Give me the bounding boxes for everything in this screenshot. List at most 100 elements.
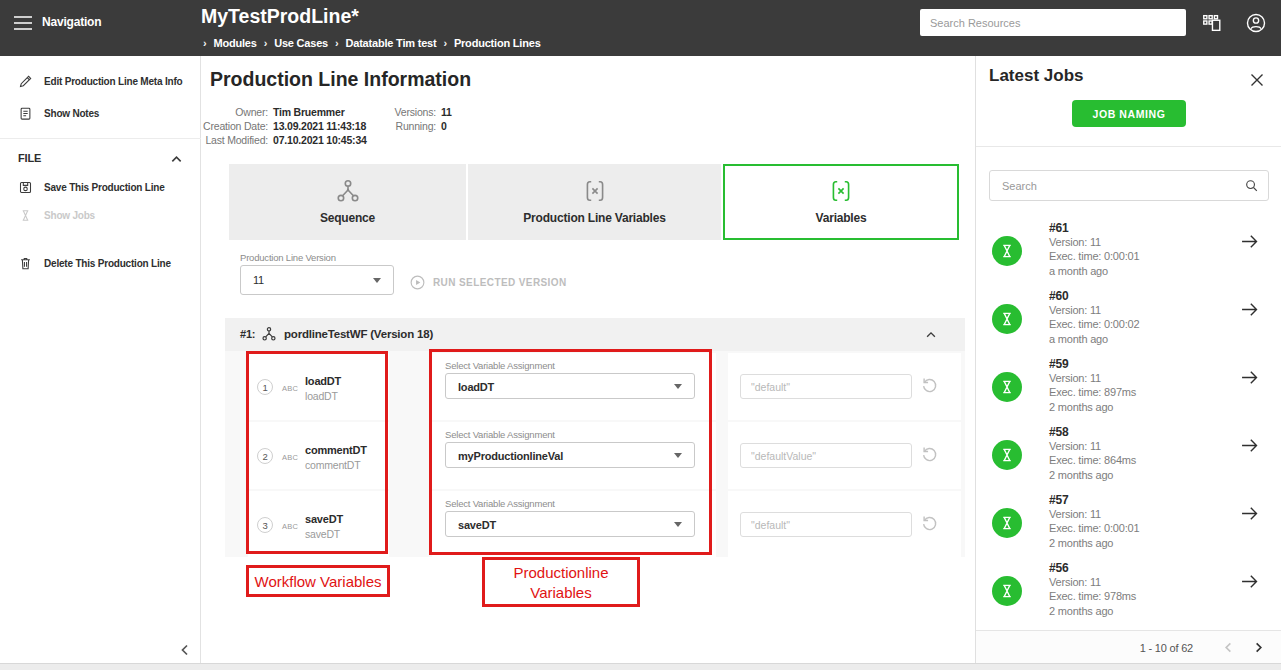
- chevron-left-icon[interactable]: [1222, 641, 1235, 654]
- job-version: Version: 11: [1049, 508, 1101, 520]
- pencil-icon: [18, 74, 33, 89]
- job-exec-time: Exec. time: 0:00:01: [1049, 522, 1139, 534]
- default-value-input[interactable]: [740, 512, 912, 537]
- variable-assignment-card: Select Variable Assignment loadDT: [432, 353, 716, 420]
- tab-production-line-variables[interactable]: Production Line Variables: [468, 164, 721, 240]
- owner-value: Tim Bruemmer: [273, 106, 345, 118]
- breadcrumb-item-production-lines[interactable]: Production Lines: [454, 37, 541, 49]
- hamburger-menu-icon[interactable]: [14, 16, 32, 30]
- jobs-pagination: 1 - 10 of 62: [976, 630, 1281, 663]
- save-production-line-label: Save This Production Line: [44, 182, 165, 193]
- tab-sequence[interactable]: Sequence: [229, 164, 466, 240]
- job-list-item[interactable]: #61 Version: 11 Exec. time: 0:00:01 a mo…: [976, 218, 1281, 286]
- delete-production-line-label: Delete This Production Line: [44, 258, 171, 269]
- default-value-input[interactable]: [740, 443, 912, 468]
- workflow-index: #1:: [240, 328, 255, 340]
- arrow-right-icon[interactable]: [1239, 571, 1260, 592]
- left-sidebar: Edit Production Line Meta Info Show Note…: [0, 56, 201, 663]
- production-line-name-title: MyTestProdLine*: [201, 5, 359, 28]
- breadcrumb-item-modules[interactable]: Modules: [213, 37, 256, 49]
- close-icon[interactable]: [1250, 73, 1264, 87]
- job-status-icon: [992, 304, 1022, 334]
- job-id: #60: [1049, 289, 1068, 303]
- delete-production-line-button[interactable]: Delete This Production Line: [18, 256, 171, 271]
- variable-brackets-icon: [828, 178, 854, 204]
- sidebar-divider: [0, 138, 201, 139]
- variable-row: 1 ABC loadDT loadDT Select Variable Assi…: [225, 353, 965, 420]
- chevron-right-icon[interactable]: [1252, 641, 1265, 654]
- variable-assignment-select[interactable]: loadDT: [445, 373, 695, 399]
- annotation-label-line2: Variables: [485, 583, 637, 603]
- production-line-version-select[interactable]: 11: [240, 265, 394, 295]
- last-modified-value: 07.10.2021 10:45:34: [273, 134, 367, 146]
- job-age: a month ago: [1049, 333, 1108, 345]
- latest-jobs-panel: Latest Jobs JOB NAMING #61 Version: 11 E…: [975, 56, 1281, 663]
- arrow-right-icon[interactable]: [1239, 367, 1260, 388]
- play-circle-icon: [409, 274, 426, 291]
- workflow-panel-header[interactable]: #1: pordlineTestWF (Version 18): [225, 318, 965, 351]
- account-icon[interactable]: [1245, 12, 1267, 34]
- top-navigation-bar: Navigation MyTestProdLine* › Modules › U…: [0, 0, 1281, 56]
- save-production-line-button[interactable]: Save This Production Line: [18, 180, 165, 195]
- tab-variables[interactable]: Variables: [723, 164, 959, 240]
- variable-assignment-value: saveDT: [458, 519, 496, 531]
- run-selected-version-button[interactable]: RUN SELECTED VERSION: [409, 274, 567, 291]
- undo-icon[interactable]: [920, 513, 939, 532]
- job-naming-button[interactable]: JOB NAMING: [1072, 100, 1186, 127]
- search-resources-input[interactable]: [920, 9, 1186, 36]
- breadcrumb-item-use-cases[interactable]: Use Cases: [274, 37, 328, 49]
- arrow-right-icon[interactable]: [1239, 231, 1260, 252]
- undo-icon[interactable]: [920, 375, 939, 394]
- arrow-right-icon[interactable]: [1239, 503, 1260, 524]
- default-value-input[interactable]: [740, 374, 912, 399]
- job-status-icon: [992, 372, 1022, 402]
- variable-assignment-select[interactable]: myProductionlineVal: [445, 442, 695, 468]
- modules-grid-icon[interactable]: [1201, 12, 1223, 34]
- workflow-variable-card: 3 ABC saveDT saveDT: [248, 491, 389, 557]
- tab-sequence-label: Sequence: [229, 211, 466, 225]
- job-list-item[interactable]: #56 Version: 11 Exec. time: 978ms 2 mont…: [976, 558, 1281, 626]
- job-version: Version: 11: [1049, 304, 1101, 316]
- pagination-info: 1 - 10 of 62: [1140, 642, 1193, 654]
- select-caret-icon: [674, 453, 682, 458]
- arrow-right-icon[interactable]: [1239, 435, 1260, 456]
- show-notes-button[interactable]: Show Notes: [18, 106, 99, 121]
- show-jobs-label: Show Jobs: [44, 210, 95, 221]
- job-list-item[interactable]: #57 Version: 11 Exec. time: 0:00:01 2 mo…: [976, 490, 1281, 558]
- job-version: Version: 11: [1049, 576, 1101, 588]
- job-list-item[interactable]: #58 Version: 11 Exec. time: 864ms 2 mont…: [976, 422, 1281, 490]
- running-value: 0: [441, 120, 447, 132]
- default-value-card: [728, 491, 961, 557]
- show-jobs-button[interactable]: Show Jobs: [18, 208, 95, 223]
- job-list-item[interactable]: #59 Version: 11 Exec. time: 897ms 2 mont…: [976, 354, 1281, 422]
- jobs-list: #61 Version: 11 Exec. time: 0:00:01 a mo…: [976, 218, 1281, 626]
- collapse-sidebar-icon[interactable]: [178, 643, 192, 657]
- chevron-up-icon[interactable]: [925, 329, 937, 341]
- footer-strip: [0, 663, 1281, 670]
- workflow-variable-card: 1 ABC loadDT loadDT: [248, 353, 389, 420]
- job-id: #59: [1049, 357, 1068, 371]
- variable-name: loadDT: [305, 375, 341, 387]
- select-variable-assignment-label: Select Variable Assignment: [445, 429, 555, 440]
- search-icon: [1244, 178, 1259, 193]
- breadcrumb-separator-icon: ›: [203, 37, 206, 49]
- job-status-icon: [992, 236, 1022, 266]
- variable-assignment-select[interactable]: saveDT: [445, 511, 695, 537]
- variable-assignment-card: Select Variable Assignment saveDT: [432, 491, 716, 557]
- job-list-item[interactable]: #60 Version: 11 Exec. time: 0:00:02 a mo…: [976, 286, 1281, 354]
- annotation-label-productionline-variables: Productionline Variables: [482, 557, 640, 607]
- select-caret-icon: [674, 522, 682, 527]
- jobs-search-input[interactable]: [989, 170, 1269, 201]
- breadcrumb-item-datatable-tim-test[interactable]: Datatable Tim test: [345, 37, 436, 49]
- edit-production-line-meta-button[interactable]: Edit Production Line Meta Info: [18, 74, 182, 89]
- save-icon: [18, 180, 33, 195]
- undo-icon[interactable]: [920, 444, 939, 463]
- job-id: #61: [1049, 221, 1068, 235]
- job-id: #57: [1049, 493, 1068, 507]
- job-version: Version: 11: [1049, 372, 1101, 384]
- production-line-version-value: 11: [253, 274, 264, 286]
- variable-row: 2 ABC commentDT commentDT Select Variabl…: [225, 422, 965, 489]
- chevron-up-icon[interactable]: [170, 153, 183, 166]
- arrow-right-icon[interactable]: [1239, 299, 1260, 320]
- latest-jobs-title: Latest Jobs: [989, 66, 1083, 86]
